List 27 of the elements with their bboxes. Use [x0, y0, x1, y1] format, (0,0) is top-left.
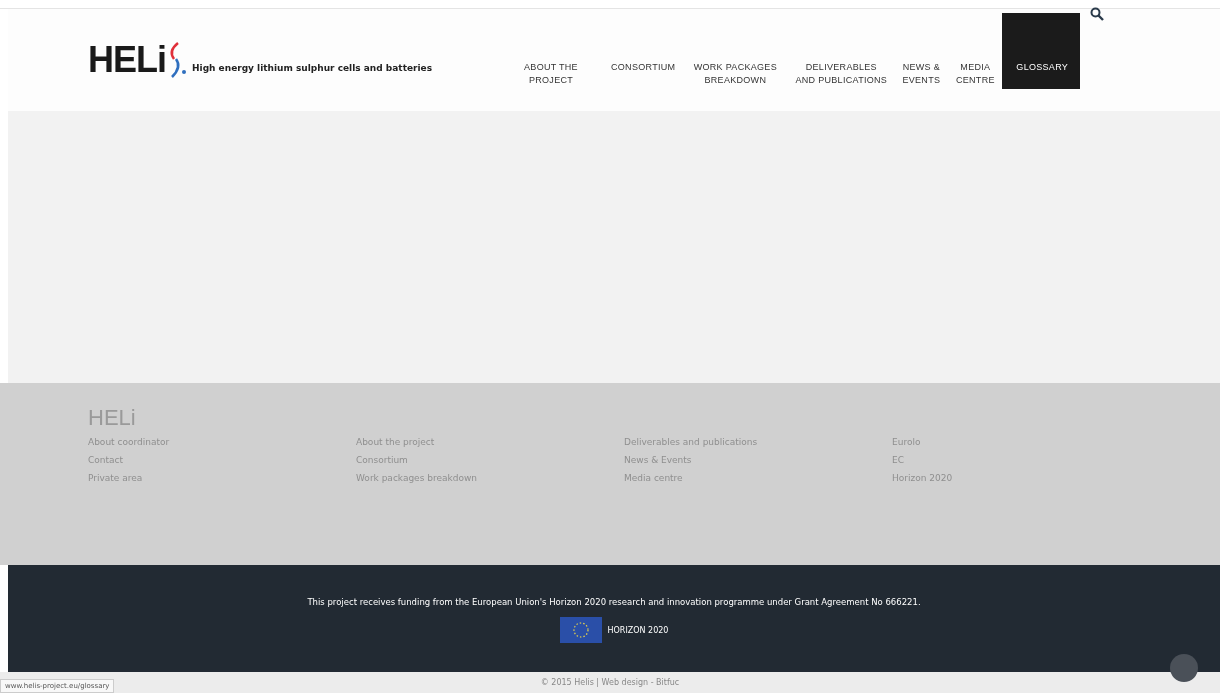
nav-link[interactable]: DELIVERABLES AND PUBLICATIONS [788, 51, 895, 111]
programme-name: HORIZON 2020 [607, 625, 669, 635]
helis-logo[interactable]: HELi [88, 39, 166, 81]
footer-link[interactable]: Horizon 2020 [892, 473, 1092, 483]
footer-link[interactable]: Private area [88, 473, 356, 483]
footer-link[interactable]: About coordinator [88, 437, 356, 447]
footer-link[interactable]: EC [892, 455, 1092, 465]
search-icon[interactable] [1090, 7, 1104, 21]
footer-link[interactable]: Contact [88, 455, 356, 465]
footer-link[interactable]: Deliverables and publications [624, 437, 892, 447]
nav-link[interactable]: CONSORTIUM [604, 51, 683, 111]
nav-link[interactable]: WORK PACKAGES BREAKDOWN [682, 51, 789, 111]
footer-link[interactable]: About the project [356, 437, 624, 447]
funding-text: This project receives funding from the European Union's Horizon 2020 research and innovation programme under Grant Agreement No 666221. [307, 597, 921, 607]
nav-link[interactable]: NEWS & EVENTS [894, 51, 949, 111]
footer-link[interactable]: Media centre [624, 473, 892, 483]
copyright-text: © 2015 Helis | Web design - Bitfuc [540, 678, 680, 687]
footer-link[interactable]: Consortium [356, 455, 624, 465]
nav-link[interactable]: MEDIA CENTRE [948, 51, 1003, 111]
scroll-top-button[interactable] [1170, 654, 1198, 682]
footer-link[interactable]: Eurolo [892, 437, 1092, 447]
site-tagline: High energy lithium sulphur cells and batteries [192, 63, 433, 73]
nav-link[interactable]: GLOSSARY [1002, 13, 1081, 89]
nav-link[interactable]: ABOUT THE PROJECT [498, 51, 604, 111]
footer-link[interactable]: Work packages breakdown [356, 473, 624, 483]
eu-flag-icon [559, 617, 602, 643]
footer-link[interactable]: News & Events [624, 455, 892, 465]
